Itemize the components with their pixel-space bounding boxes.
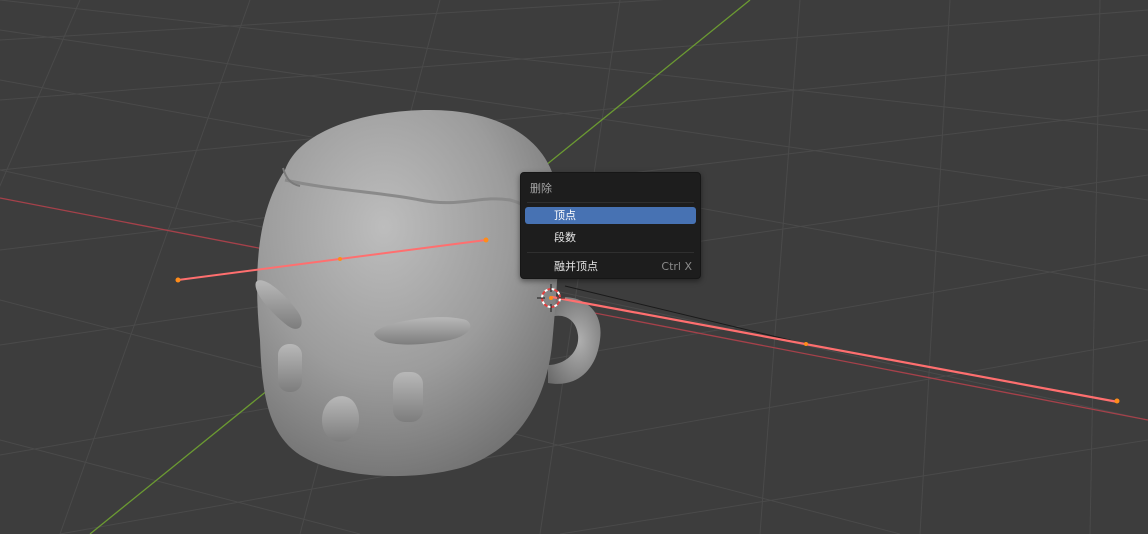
right-eye [393,372,423,422]
curve-object-right[interactable] [551,285,1120,404]
menu-item-segments[interactable]: 段数 [525,229,696,246]
menu-divider [527,202,694,203]
left-eye [278,344,302,392]
3d-viewport[interactable]: 删除 顶点 段数 融并顶点 Ctrl X [0,0,1148,534]
menu-item-vertices[interactable]: 顶点 [525,207,696,224]
control-point[interactable] [338,257,342,261]
menu-item-label: 顶点 [554,209,576,222]
menu-item-shortcut: Ctrl X [661,260,692,273]
control-point[interactable] [804,342,808,346]
menu-item-dissolve-vertices[interactable]: 融并顶点 Ctrl X [525,258,696,275]
delete-context-menu[interactable]: 删除 顶点 段数 融并顶点 Ctrl X [520,172,701,279]
menu-divider [527,252,694,253]
menu-item-label: 段数 [554,231,576,244]
control-point[interactable] [1114,398,1120,404]
head-mesh[interactable] [255,110,601,477]
control-point[interactable] [483,237,489,243]
control-point[interactable] [175,277,181,283]
menu-item-label: 融并顶点 [554,260,598,273]
menu-title: 删除 [530,182,552,195]
